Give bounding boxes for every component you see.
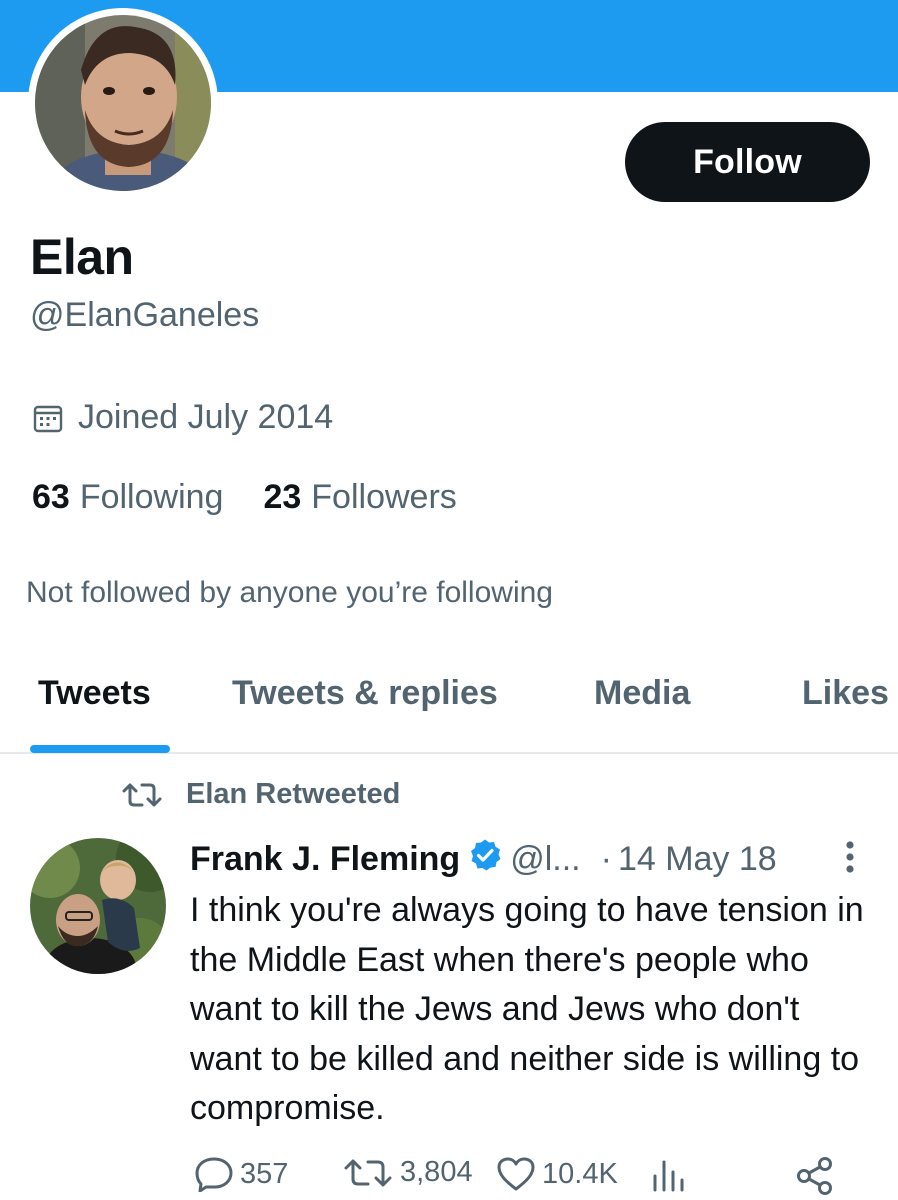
followers-stat-link[interactable]: 23 Followers — [263, 478, 456, 517]
retweet-action-icon — [344, 1159, 392, 1186]
tab-tweets-replies[interactable]: Tweets & replies — [232, 674, 498, 713]
active-tab-indicator — [30, 745, 170, 753]
like-button[interactable]: 10.4K — [496, 1156, 618, 1192]
tweet-actions: 357 3,804 10.4K — [190, 1150, 880, 1200]
profile-avatar-ring — [28, 8, 218, 198]
retweeted-by-row[interactable]: Elan Retweeted — [120, 778, 400, 811]
header-separator: · — [600, 840, 612, 878]
share-icon — [797, 1157, 832, 1195]
tweet-author-name[interactable]: Frank J. Fleming — [190, 840, 460, 879]
more-options-icon[interactable] — [836, 838, 864, 878]
tab-likes[interactable]: Likes — [802, 674, 889, 713]
reply-icon — [195, 1157, 233, 1192]
calendar-icon — [32, 402, 64, 434]
share-button[interactable] — [794, 1156, 842, 1196]
joined-date-text: Joined July 2014 — [78, 398, 334, 436]
follow-button[interactable]: Follow — [625, 122, 870, 202]
retweet-count: 3,804 — [400, 1156, 473, 1188]
followers-label: Followers — [311, 478, 457, 516]
joined-date-row: Joined July 2014 — [32, 398, 333, 437]
tab-media[interactable]: Media — [594, 674, 690, 713]
following-count: 63 — [32, 478, 70, 516]
tweet-text: I think you're always going to have tens… — [190, 891, 864, 1127]
reply-count: 357 — [240, 1157, 289, 1190]
tweet-author-handle[interactable]: @l... — [510, 840, 580, 879]
tweet-date[interactable]: 14 May 18 — [618, 840, 777, 879]
retweet-button[interactable]: 3,804 — [342, 1156, 473, 1189]
views-button[interactable] — [650, 1156, 692, 1192]
profile-avatar[interactable] — [35, 15, 211, 191]
followers-count: 23 — [263, 478, 302, 516]
like-count: 10.4K — [542, 1157, 618, 1190]
retweeted-by-text: Elan Retweeted — [186, 778, 401, 810]
following-stat-link[interactable]: 63 Following — [32, 478, 223, 517]
retweet-icon — [122, 783, 162, 806]
tweet-header: Frank J. Fleming @l... · 14 May 18 — [190, 838, 777, 881]
verified-badge-icon — [468, 838, 502, 881]
profile-handle: @ElanGaneles — [30, 296, 260, 334]
heart-icon — [497, 1157, 535, 1191]
reply-button[interactable]: 357 — [194, 1156, 288, 1192]
tweet-author-avatar[interactable] — [30, 838, 166, 974]
following-label: Following — [79, 478, 224, 516]
views-chart-icon — [653, 1160, 684, 1192]
not-followed-notice: Not followed by anyone you’re following — [26, 576, 553, 609]
profile-display-name: Elan — [30, 229, 134, 285]
tab-tweets[interactable]: Tweets — [38, 674, 151, 713]
profile-tabs: Tweets Tweets & replies Media Likes — [0, 660, 898, 754]
profile-stats: 63 Following 23 Followers — [32, 478, 497, 517]
